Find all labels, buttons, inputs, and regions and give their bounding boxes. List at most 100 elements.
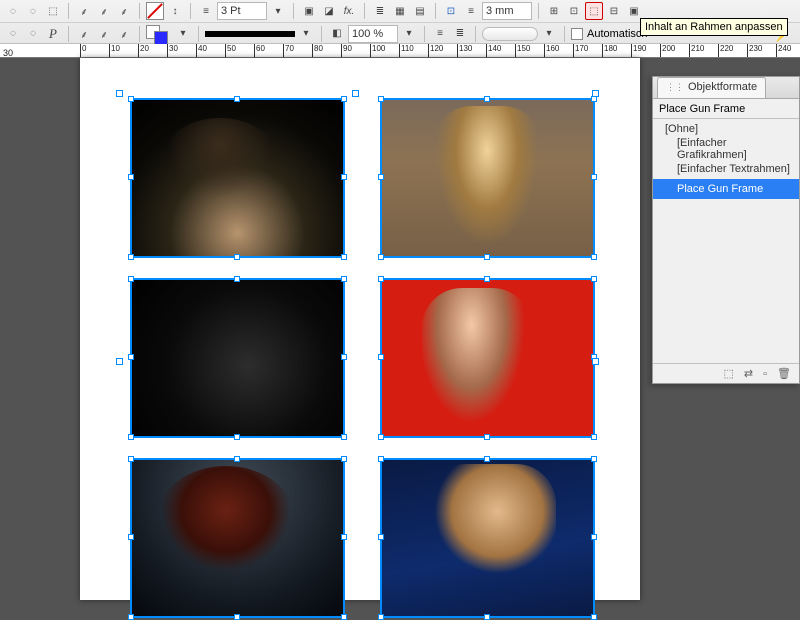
resize-handle[interactable] <box>128 96 134 102</box>
fit-frame-to-content-icon[interactable]: ⊟ <box>605 2 623 20</box>
image-frame[interactable] <box>130 278 345 438</box>
resize-handle[interactable] <box>234 276 240 282</box>
resize-handle[interactable] <box>128 276 134 282</box>
resize-handle[interactable] <box>341 276 347 282</box>
brush-icon-1[interactable]: ◌ <box>4 25 22 43</box>
resize-handle[interactable] <box>378 614 384 620</box>
resize-handle[interactable] <box>591 434 597 440</box>
stroke-weight-stepper[interactable]: ≡ <box>197 2 215 20</box>
resize-handle[interactable] <box>484 434 490 440</box>
stroke-weight-input[interactable] <box>217 2 267 20</box>
clear-override-icon[interactable]: ⬚ <box>724 367 734 380</box>
resize-handle[interactable] <box>378 354 384 360</box>
gap-input[interactable] <box>482 2 532 20</box>
resize-handle[interactable] <box>341 254 347 260</box>
corners-dropdown-icon[interactable]: ▾ <box>540 25 558 43</box>
gap-stepper-icon[interactable]: ≡ <box>462 2 480 20</box>
resize-handle[interactable] <box>378 534 384 540</box>
resize-handle[interactable] <box>484 456 490 462</box>
fill-none-swatch[interactable] <box>146 2 164 20</box>
rounded-corners-widget[interactable] <box>482 27 538 41</box>
zoom-input[interactable] <box>348 25 398 43</box>
anchor-icon-2[interactable]: ⸙ <box>95 2 113 20</box>
resize-handle[interactable] <box>591 456 597 462</box>
resize-handle[interactable] <box>484 254 490 260</box>
resize-handle[interactable] <box>341 354 347 360</box>
tree-icon-1[interactable]: ⸙ <box>75 25 93 43</box>
wrap-shape-icon[interactable]: ▤ <box>411 2 429 20</box>
resize-handle[interactable] <box>128 354 134 360</box>
wrap-jump-icon[interactable]: ≡ <box>431 25 449 43</box>
dotted-select-icon[interactable]: ⬚ <box>44 2 62 20</box>
wrap-none-icon[interactable]: ≣ <box>371 2 389 20</box>
container-mode-icon[interactable]: ▣ <box>300 2 318 20</box>
tree-icon-3[interactable]: ⸙ <box>115 25 133 43</box>
resize-handle[interactable] <box>341 96 347 102</box>
resize-handle[interactable] <box>234 614 240 620</box>
resize-handle[interactable] <box>378 456 384 462</box>
object-style-row[interactable]: Place Gun Frame <box>653 179 799 199</box>
trash-icon[interactable]: 🗑 <box>777 367 791 380</box>
resize-handle[interactable] <box>591 534 597 540</box>
resize-handle[interactable] <box>234 434 240 440</box>
resize-handle[interactable] <box>128 174 134 180</box>
object-style-row[interactable]: [Ohne] <box>653 119 799 139</box>
object-style-row[interactable]: [Einfacher Grafikrahmen] <box>653 139 799 159</box>
resize-handle[interactable] <box>128 534 134 540</box>
wrap-jump-next-icon[interactable]: ≣ <box>451 25 469 43</box>
zoom-dropdown-icon[interactable]: ▾ <box>400 25 418 43</box>
image-frame[interactable] <box>380 458 595 618</box>
horizontal-ruler[interactable]: 0102030405060708090100110120130140150160… <box>0 44 800 58</box>
group-selection-handle[interactable] <box>352 90 359 97</box>
fit-frame-prop-icon[interactable]: ⊡ <box>565 2 583 20</box>
break-link-icon[interactable]: ⇄ <box>744 367 753 380</box>
resize-handle[interactable] <box>591 276 597 282</box>
resize-handle[interactable] <box>128 456 134 462</box>
crop-icon[interactable]: ⊡ <box>442 2 460 20</box>
auto-fit-checkbox[interactable]: Automatisch <box>571 28 648 40</box>
resize-handle[interactable] <box>234 456 240 462</box>
resize-handle[interactable] <box>234 254 240 260</box>
group-selection-handle[interactable] <box>592 90 599 97</box>
resize-handle[interactable] <box>128 254 134 260</box>
anchor-icon-1[interactable]: ⸙ <box>75 2 93 20</box>
resize-handle[interactable] <box>378 96 384 102</box>
dashed-select-icon[interactable]: ◌ <box>4 2 22 20</box>
swatch-dropdown-icon[interactable]: ▾ <box>174 25 192 43</box>
new-style-icon[interactable]: ▫ <box>763 368 767 380</box>
resize-handle[interactable] <box>591 254 597 260</box>
resize-handle[interactable] <box>591 614 597 620</box>
resize-handle[interactable] <box>341 534 347 540</box>
tree-icon-2[interactable]: ⸙ <box>95 25 113 43</box>
stroke-weight-dropdown-icon[interactable]: ▾ <box>269 2 287 20</box>
paragraph-style-icon[interactable]: P <box>44 25 62 43</box>
resize-handle[interactable] <box>378 174 384 180</box>
resize-handle[interactable] <box>378 254 384 260</box>
group-selection-handle[interactable] <box>592 358 599 365</box>
resize-handle[interactable] <box>378 276 384 282</box>
opacity-mode-icon[interactable]: ◧ <box>328 25 346 43</box>
resize-handle[interactable] <box>591 174 597 180</box>
object-mode-icon[interactable]: ◪ <box>320 2 338 20</box>
image-frame[interactable] <box>130 98 345 258</box>
group-selection-handle[interactable] <box>116 90 123 97</box>
page[interactable]: ↖ <box>80 58 640 600</box>
resize-handle[interactable] <box>341 456 347 462</box>
swap-fill-stroke-icon[interactable]: ↕ <box>166 2 184 20</box>
image-frame[interactable] <box>380 98 595 258</box>
resize-handle[interactable] <box>128 614 134 620</box>
resize-handle[interactable] <box>341 434 347 440</box>
object-styles-panel[interactable]: ⋮⋮Objektformate Place Gun Frame [Ohne][E… <box>652 76 800 384</box>
panel-tab-objektformate[interactable]: ⋮⋮Objektformate <box>657 77 766 98</box>
object-style-row[interactable]: [Einfacher Textrahmen] <box>653 159 799 179</box>
panel-header[interactable]: Place Gun Frame <box>653 99 799 119</box>
resize-handle[interactable] <box>484 276 490 282</box>
wrap-bounding-icon[interactable]: ▦ <box>391 2 409 20</box>
fill-stroke-swatch[interactable] <box>146 25 172 43</box>
resize-handle[interactable] <box>341 614 347 620</box>
effects-fx-icon[interactable]: fx. <box>340 2 358 20</box>
brush-icon-2[interactable]: ◌ <box>24 25 42 43</box>
resize-handle[interactable] <box>484 96 490 102</box>
resize-handle[interactable] <box>484 614 490 620</box>
dashed-select-icon-2[interactable]: ◌ <box>24 2 42 20</box>
